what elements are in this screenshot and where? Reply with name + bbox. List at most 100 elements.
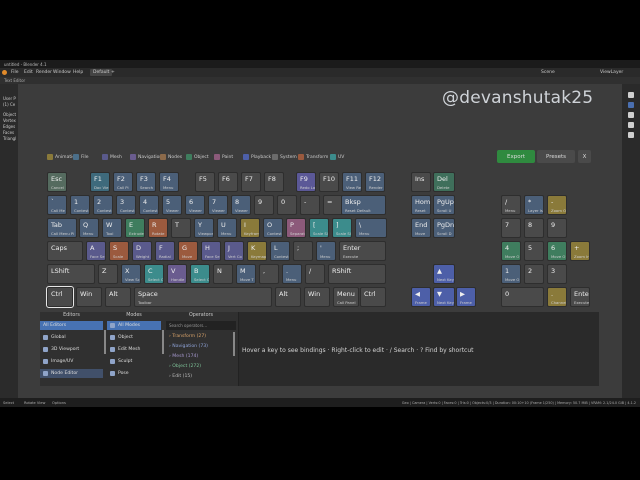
key[interactable]: = [323,195,343,215]
add-workspace-button[interactable]: + [111,70,115,75]
editor-item-all[interactable]: All Editors [40,321,103,330]
key[interactable]: ▼ Next Key [433,287,455,307]
mode-item-sculpt[interactable]: Sculpt [107,357,161,366]
key[interactable]: 0 [501,287,544,307]
key[interactable]: ] Scale Sl [332,218,352,238]
key[interactable]: Win [304,287,330,307]
key[interactable]: 1 Contest [70,195,90,215]
key[interactable]: 9 [547,218,567,238]
key[interactable]: / Menu [501,195,521,215]
key[interactable]: Win [76,287,102,307]
mode-item-edit-mesh[interactable]: Edit Mesh [107,345,161,354]
editor-item-3d-viewport[interactable]: 3D Viewport [40,345,103,354]
key[interactable]: W Tool [102,218,122,238]
key[interactable]: 6 Move O [547,241,567,261]
key[interactable]: L Contest [270,241,290,261]
menu-render[interactable]: Render [36,70,52,75]
key[interactable]: RShift [328,264,386,284]
key[interactable]: * Layer Is [524,195,544,215]
key[interactable]: [Scale Sl [309,218,329,238]
key[interactable]: LShift [47,264,95,284]
key[interactable]: F8 [264,172,284,192]
key[interactable]: F6 [218,172,238,192]
blender-logo-icon[interactable] [2,70,7,75]
key[interactable]: Z [98,264,118,284]
editor-item-node-editor[interactable]: Node Editor [40,369,103,378]
modes-scrollbar[interactable] [162,330,164,354]
key[interactable]: T [171,218,191,238]
operator-group-navigation[interactable]: › Navigation (73) [166,342,236,351]
key[interactable]: Enter Execute [570,287,590,307]
key[interactable]: \ Menu [355,218,387,238]
key[interactable]: 6 Viewer [185,195,205,215]
key[interactable]: PgDn Scroll D [433,218,455,238]
key[interactable]: I Keyfram [240,218,260,238]
view-layer-selector[interactable]: ViewLayer [600,70,623,75]
mode-item-object[interactable]: Object [107,333,161,342]
key[interactable]: ` Call Me [47,195,67,215]
export-button[interactable]: Export [497,150,535,163]
key[interactable]: B Select C [190,264,210,284]
key[interactable]: F10 [319,172,339,192]
key[interactable]: Del Delete [433,172,455,192]
operator-search-input[interactable]: Search operators... [166,321,236,330]
key[interactable]: - [300,195,320,215]
key[interactable]: 3 Contest [116,195,136,215]
key[interactable]: Bksp Reset Default [341,195,386,215]
zoom-icon[interactable] [628,102,634,108]
key[interactable]: U Menu [217,218,237,238]
key[interactable]: Ctrl [360,287,386,307]
key[interactable]: 5 [524,241,544,261]
menu-edit[interactable]: Edit [24,70,33,75]
key[interactable]: Esc Cancel [47,172,67,192]
key[interactable]: Q Menu [79,218,99,238]
key[interactable]: F11 View Re [342,172,362,192]
menu-window[interactable]: Window [53,70,71,75]
operator-group-transform[interactable]: › Transform (27) [166,332,236,341]
key[interactable]: , [259,264,279,284]
presets-button[interactable]: Presets [537,150,575,163]
key[interactable]: 8 [524,218,544,238]
key[interactable]: F5 [195,172,215,192]
editor-type-label[interactable]: Text Editor [4,78,25,83]
key[interactable]: M Move T [236,264,256,284]
key[interactable]: K Keymap [247,241,267,261]
key[interactable]: ' Menu [316,241,336,261]
close-button[interactable]: X [578,150,591,163]
key[interactable]: PgUp Scroll U [433,195,455,215]
key[interactable]: F4 Menu [159,172,179,192]
key[interactable]: 0 [277,195,297,215]
key[interactable]: 8 Viewer [231,195,251,215]
key[interactable]: . Channel [547,287,567,307]
camera-icon[interactable] [628,122,634,128]
key[interactable]: R Rotate [148,218,168,238]
key[interactable]: P Separate [286,218,306,238]
key[interactable]: S Scale [109,241,129,261]
operator-group-object[interactable]: › Object (272) [166,362,236,371]
key[interactable]: ▶ Frame [456,287,476,307]
key[interactable]: Tab Call Menu Pi [47,218,77,238]
key[interactable]: Enter Execute [339,241,386,261]
key[interactable]: F Radial [155,241,175,261]
editor-item-global[interactable]: Global [40,333,103,342]
grid-icon[interactable] [628,132,634,138]
mode-item-all[interactable]: All Modes [107,321,161,330]
key[interactable]: A Face Se [86,241,106,261]
menu-file[interactable]: File [11,70,19,75]
key[interactable]: Ins [411,172,431,192]
key[interactable]: V Handle [167,264,187,284]
key[interactable]: Home Reset [411,195,431,215]
key[interactable]: J Vert Co [224,241,244,261]
key[interactable]: Y Viewpor [194,218,214,238]
key[interactable]: Alt [105,287,131,307]
key[interactable]: End Move [411,218,431,238]
operator-group-mesh[interactable]: › Mesh (174) [166,352,236,361]
key[interactable]: 3 [547,264,567,284]
key[interactable]: ; [293,241,313,261]
workspace-tab-default[interactable]: Default [90,68,113,76]
mode-item-pose[interactable]: Pose [107,369,161,378]
key[interactable]: ◀ Frame [411,287,431,307]
editor-item-image-uv[interactable]: Image/UV [40,357,103,366]
scene-selector[interactable]: Scene [541,70,555,75]
key[interactable]: 7 Viewer [208,195,228,215]
